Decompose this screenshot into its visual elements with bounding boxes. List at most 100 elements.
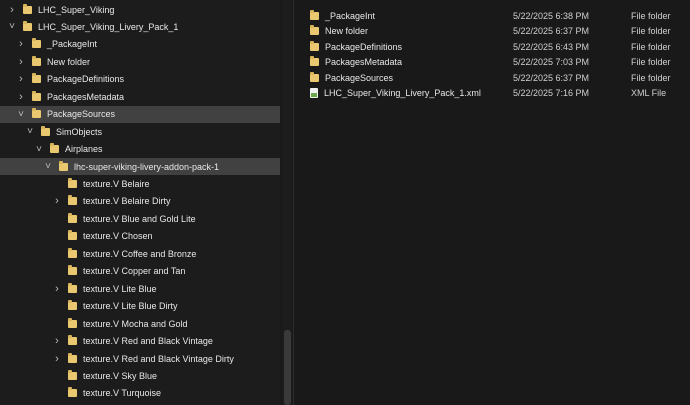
folder-icon	[68, 282, 77, 293]
chevron-down-icon[interactable]: ˅	[43, 161, 53, 172]
folder-icon	[32, 38, 41, 49]
chevron-right-icon[interactable]: ›	[52, 335, 62, 347]
nav-tree-item-label: _PackageInt	[47, 39, 98, 50]
file-type: File folder	[631, 57, 671, 67]
file-name: New folder	[325, 26, 369, 36]
folder-icon	[23, 20, 32, 31]
file-row[interactable]: PackageSources 5/22/2025 6:37 PM File fold…	[300, 70, 690, 85]
file-name-cell: PackagesMetadata	[300, 56, 513, 67]
file-name-cell: New folder	[300, 25, 513, 36]
chevron-down-icon[interactable]: ˅	[25, 126, 35, 137]
folder-icon	[68, 265, 77, 276]
file-row[interactable]: PackagesMetadata 5/22/2025 7:03 PM File fo…	[300, 55, 690, 70]
folder-icon	[310, 25, 319, 35]
nav-tree-item[interactable]: ˅ PackageSources	[0, 105, 280, 123]
chevron-right-icon[interactable]: ›	[16, 38, 26, 50]
nav-tree-item[interactable]: ˅ SimObjects	[0, 123, 280, 140]
nav-tree-item[interactable]: ›texture.V Mocha and Gold	[0, 315, 280, 332]
nav-tree-item-label: PackagesMetadata	[47, 91, 125, 102]
file-name: _PackageInt	[325, 10, 376, 21]
nav-tree-item[interactable]: ˅ Airplanes	[0, 141, 280, 158]
folder-icon	[23, 3, 32, 14]
nav-tree-item-label: texture.V Belaire Dirty	[83, 196, 171, 207]
nav-tree-item[interactable]: ›texture.V Blue and Gold Lite	[0, 210, 280, 227]
file-date-modified: 5/22/2025 7:16 PM	[513, 88, 590, 98]
nav-tree-item[interactable]: › texture.V Red and Black Vintage	[0, 333, 280, 350]
nav-tree-item[interactable]: › PackageDefinitions	[0, 71, 280, 88]
nav-scrollbar-thumb[interactable]	[284, 330, 291, 405]
nav-tree-item-label: texture.V Sky Blue	[83, 370, 158, 381]
nav-tree-item[interactable]: ›texture.V Coffee and Bronze	[0, 245, 280, 262]
nav-tree-item[interactable]: › texture.V Red and Black Vintage Dirty	[0, 350, 280, 367]
folder-icon	[32, 55, 41, 66]
file-type: File folder	[631, 10, 671, 21]
chevron-right-icon[interactable]: ›	[16, 56, 26, 68]
folder-icon	[32, 90, 41, 101]
file-name-cell: LHC_Super_Viking_Livery_Pack_1.xml	[300, 88, 513, 98]
nav-tree-item[interactable]: ›texture.V Sky Blue	[0, 367, 280, 384]
nav-tree-item[interactable]: ›texture.V Lite Blue Dirty	[0, 298, 280, 315]
nav-tree-item[interactable]: › New folder	[0, 53, 280, 70]
pane-divider[interactable]	[293, 0, 294, 405]
file-row[interactable]: New folder 5/22/2025 6:37 PM File folder	[300, 24, 690, 39]
chevron-right-icon[interactable]: ›	[16, 91, 26, 103]
file-row[interactable]: PackageDefinitions 5/22/2025 6:43 PM File …	[300, 39, 690, 54]
folder-icon	[68, 247, 77, 258]
nav-tree-item-label: texture.V Red and Black Vintage Dirty	[83, 353, 234, 364]
nav-tree-item-label: texture.V Red and Black Vintage	[83, 336, 213, 347]
file-row[interactable]: LHC_Super_Viking_Livery_Pack_1.xml 5/22/2…	[300, 86, 690, 101]
nav-tree-item[interactable]: › LHC_Super_Viking	[0, 1, 280, 18]
nav-tree-item[interactable]: ›texture.V Belaire	[0, 176, 280, 193]
folder-icon	[68, 352, 77, 363]
nav-tree-item[interactable]: ›texture.V Chosen	[0, 228, 280, 245]
navigation-pane: › LHC_Super_Viking ˅ LHC_Super_Viking_Liver…	[0, 0, 280, 405]
file-type: File folder	[631, 72, 671, 83]
nav-tree-item-label: SimObjects	[56, 126, 103, 137]
file-row[interactable]: _PackageInt 5/22/2025 6:38 PM File folder	[300, 8, 690, 23]
nav-tree-item-label: texture.V Blue and Gold Lite	[83, 213, 196, 224]
nav-tree-item-label: texture.V Mocha and Gold	[83, 318, 188, 329]
nav-tree-item[interactable]: › PackagesMetadata	[0, 88, 280, 105]
folder-icon	[68, 369, 77, 380]
chevron-down-icon[interactable]: ˅	[7, 21, 17, 32]
folder-icon	[68, 195, 77, 206]
folder-icon	[68, 387, 77, 398]
folder-icon	[68, 212, 77, 223]
folder-icon	[310, 9, 319, 20]
chevron-right-icon[interactable]: ›	[52, 353, 62, 365]
nav-tree-item[interactable]: ˅ LHC_Super_Viking_Livery_Pack_1	[0, 18, 280, 35]
folder-icon	[32, 73, 41, 84]
nav-tree-item-label: PackageSources	[47, 109, 116, 120]
nav-tree-item-label: LHC_Super_Viking_Livery_Pack_1	[38, 21, 179, 32]
nav-tree-item[interactable]: ˅ lhc-super-viking-livery-addon-pack-1	[0, 158, 280, 176]
file-type: File folder	[631, 26, 671, 36]
nav-tree-item-label: texture.V Lite Blue	[83, 283, 157, 294]
nav-tree-item[interactable]: ›texture.V Copper and Tan	[0, 263, 280, 280]
nav-tree-item-label: LHC_Super_Viking	[38, 4, 115, 15]
nav-tree-item[interactable]: › _PackageInt	[0, 36, 280, 53]
folder-icon	[59, 160, 68, 171]
chevron-right-icon[interactable]: ›	[52, 283, 62, 295]
folder-icon	[50, 143, 59, 154]
nav-tree-item[interactable]: › texture.V Belaire Dirty	[0, 193, 280, 210]
file-date-modified: 5/22/2025 6:37 PM	[513, 26, 590, 36]
nav-tree-item-label: texture.V Lite Blue Dirty	[83, 301, 178, 312]
file-date-modified: 5/22/2025 6:43 PM	[513, 41, 590, 52]
chevron-right-icon[interactable]: ›	[7, 4, 17, 16]
nav-tree-item[interactable]: ›texture.V Turquoise	[0, 385, 280, 402]
xml-file-icon	[310, 88, 318, 98]
chevron-right-icon[interactable]: ›	[16, 73, 26, 85]
file-name: PackagesMetadata	[325, 57, 403, 67]
nav-tree-item[interactable]: › texture.V Lite Blue	[0, 280, 280, 297]
chevron-down-icon[interactable]: ˅	[34, 144, 44, 155]
nav-tree-item-label: texture.V Turquoise	[83, 388, 162, 399]
file-name-cell: _PackageInt	[300, 9, 513, 21]
folder-icon	[68, 230, 77, 241]
nav-scrollbar[interactable]	[282, 0, 292, 405]
file-type: XML File	[631, 88, 667, 98]
file-date-modified: 5/22/2025 6:38 PM	[513, 10, 590, 21]
nav-tree-item-label: Airplanes	[65, 144, 103, 155]
file-name-cell: PackageSources	[300, 71, 513, 83]
chevron-right-icon[interactable]: ›	[52, 195, 62, 207]
chevron-down-icon[interactable]: ˅	[16, 109, 26, 120]
